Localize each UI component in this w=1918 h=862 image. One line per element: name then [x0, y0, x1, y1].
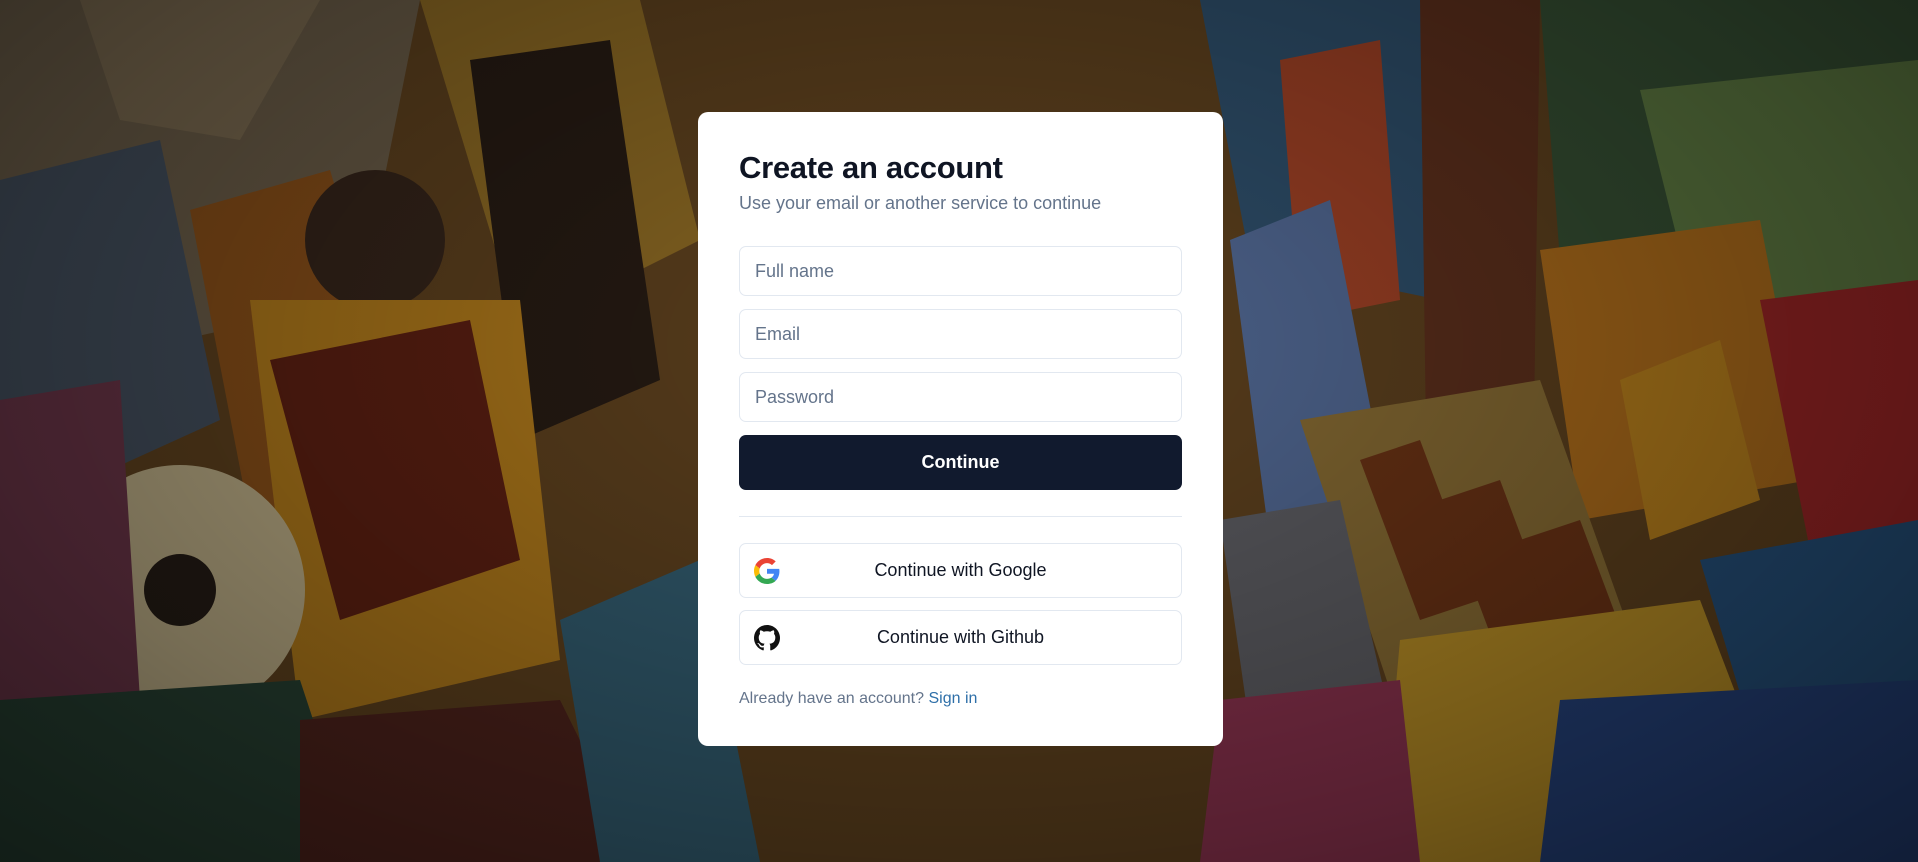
- page-background: Create an account Use your email or anot…: [0, 0, 1918, 862]
- email-input[interactable]: [739, 309, 1182, 359]
- continue-with-google-button[interactable]: Continue with Google: [739, 543, 1182, 598]
- page-title: Create an account: [739, 150, 1003, 185]
- google-icon: [754, 558, 780, 584]
- google-button-label: Continue with Google: [874, 560, 1047, 580]
- continue-with-github-button[interactable]: Continue with Github: [739, 610, 1182, 665]
- signin-prompt-text: Already have an account?: [739, 690, 925, 707]
- github-button-label: Continue with Github: [876, 627, 1045, 647]
- sign-in-link[interactable]: Sign in: [928, 690, 977, 707]
- signup-card: Create an account Use your email or anot…: [698, 112, 1223, 746]
- continue-button[interactable]: Continue: [739, 435, 1182, 490]
- signin-prompt: Already have an account? Sign in: [739, 690, 1182, 708]
- page-subtitle: Use your email or another service to con…: [739, 193, 1102, 213]
- divider: [739, 516, 1182, 517]
- full-name-input[interactable]: [739, 246, 1182, 296]
- github-icon: [754, 625, 780, 651]
- password-input[interactable]: [739, 372, 1182, 422]
